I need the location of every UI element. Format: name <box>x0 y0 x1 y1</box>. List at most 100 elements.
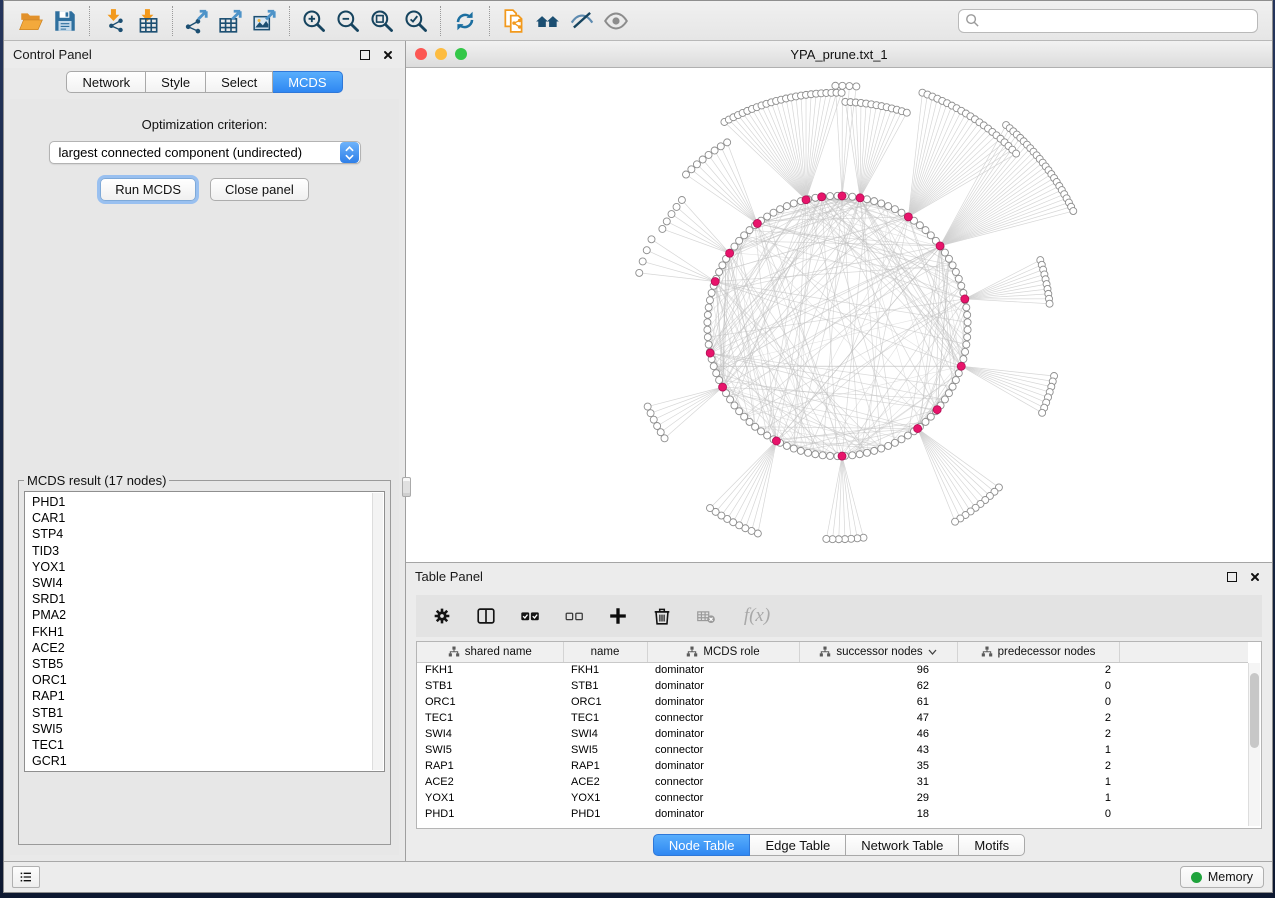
table-scrollbar[interactable] <box>1248 663 1260 826</box>
task-history-button[interactable] <box>12 866 40 888</box>
search-icon <box>965 13 980 28</box>
zoom-selected-button[interactable] <box>399 5 433 37</box>
tab-motifs[interactable]: Motifs <box>959 834 1025 856</box>
mcds-result-item[interactable]: PMA2 <box>32 607 377 623</box>
zoom-out-button[interactable] <box>331 5 365 37</box>
table-row[interactable]: ORC1ORC1dominator610 <box>417 694 1248 710</box>
export-network-icon <box>184 8 210 34</box>
table-row[interactable]: PHD1PHD1dominator180 <box>417 806 1248 822</box>
mcds-result-item[interactable]: PHD1 <box>32 494 377 510</box>
network-window-title: YPA_prune.txt_1 <box>406 47 1272 62</box>
export-image-button[interactable] <box>248 5 282 37</box>
mcds-result-item[interactable]: RAP1 <box>32 688 377 704</box>
export-image-icon <box>252 8 278 34</box>
hide-selected-button[interactable] <box>565 5 599 37</box>
window-zoom-button[interactable] <box>455 48 467 60</box>
table-row[interactable]: SWI5SWI5connector431 <box>417 742 1248 758</box>
add-column-button[interactable] <box>606 604 630 628</box>
search-input[interactable] <box>958 9 1258 33</box>
mcds-result-group: MCDS result (17 nodes) PHD1CAR1STP4TID3Y… <box>18 473 391 845</box>
table-row[interactable]: YOX1YOX1connector291 <box>417 790 1248 806</box>
network-view-window: YPA_prune.txt_1 <box>406 41 1272 563</box>
mcds-result-listbox[interactable]: PHD1CAR1STP4TID3YOX1SWI4SRD1PMA2FKH1ACE2… <box>24 491 385 772</box>
optimization-criterion-select[interactable]: largest connected component (undirected) <box>49 141 361 164</box>
tab-select[interactable]: Select <box>206 71 273 93</box>
import-network-button[interactable] <box>97 5 131 37</box>
column-header-successor_nodes[interactable]: successor nodes <box>799 642 957 662</box>
open-folder-button[interactable] <box>14 5 48 37</box>
save-icon <box>52 8 78 34</box>
control-panel-title: Control Panel <box>13 47 350 62</box>
table-row[interactable]: SWI4SWI4dominator462 <box>417 726 1248 742</box>
mcds-result-item[interactable]: STB1 <box>32 705 377 721</box>
panel-splitter-handle[interactable] <box>402 477 411 497</box>
mcds-result-item[interactable]: ORC1 <box>32 672 377 688</box>
table-row[interactable]: FKH1FKH1dominator962 <box>417 662 1248 678</box>
cell-mcds_role: dominator <box>647 758 799 774</box>
mcds-result-item[interactable]: TID3 <box>32 543 377 559</box>
table-row[interactable]: RAP1RAP1dominator352 <box>417 758 1248 774</box>
mcds-list-scrollbar[interactable] <box>372 493 383 770</box>
table-toolbar: f(x) <box>416 595 1262 637</box>
deselect-all-rows-button[interactable] <box>562 604 586 628</box>
table-options-gear-button[interactable] <box>430 604 454 628</box>
cell-predecessor_nodes: 1 <box>957 774 1119 790</box>
table-row[interactable]: TEC1TEC1connector472 <box>417 710 1248 726</box>
network-canvas[interactable] <box>406 68 1272 562</box>
show-all-button[interactable] <box>599 5 633 37</box>
float-table-panel-icon[interactable] <box>1224 569 1240 585</box>
mcds-result-item[interactable]: SRD1 <box>32 591 377 607</box>
first-neighbors-button[interactable] <box>531 5 565 37</box>
float-panel-icon[interactable] <box>357 47 373 63</box>
tab-mcds[interactable]: MCDS <box>273 71 342 93</box>
refresh-button[interactable] <box>448 5 482 37</box>
close-table-panel-icon[interactable] <box>1247 569 1263 585</box>
column-header-name[interactable]: name <box>563 642 647 662</box>
zoom-in-icon <box>301 8 327 34</box>
close-panel-icon[interactable] <box>380 47 396 63</box>
zoom-in-button[interactable] <box>297 5 331 37</box>
table-row[interactable]: STB1STB1dominator620 <box>417 678 1248 694</box>
column-header-predecessor_nodes[interactable]: predecessor nodes <box>957 642 1119 662</box>
zoom-fit-button[interactable] <box>365 5 399 37</box>
mcds-result-item[interactable]: CAR1 <box>32 510 377 526</box>
close-panel-button[interactable]: Close panel <box>210 178 309 201</box>
zoom-selected-icon <box>403 8 429 34</box>
tab-network-table[interactable]: Network Table <box>846 834 959 856</box>
copy-network-button[interactable] <box>497 5 531 37</box>
cell-predecessor_nodes: 0 <box>957 806 1119 822</box>
run-mcds-button[interactable]: Run MCDS <box>100 178 196 201</box>
column-header-mcds_role[interactable]: MCDS role <box>647 642 799 662</box>
column-header-shared_name[interactable]: shared name <box>417 642 563 662</box>
toolbar-separator <box>489 6 490 36</box>
save-button[interactable] <box>48 5 82 37</box>
mcds-result-item[interactable]: ACE2 <box>32 640 377 656</box>
mcds-result-item[interactable]: SWI4 <box>32 575 377 591</box>
tab-node-table[interactable]: Node Table <box>653 834 751 856</box>
delete-column-button[interactable] <box>650 604 674 628</box>
tab-network[interactable]: Network <box>66 71 146 93</box>
network-graph[interactable] <box>406 68 1272 562</box>
mcds-result-item[interactable]: FKH1 <box>32 624 377 640</box>
show-column-button[interactable] <box>474 604 498 628</box>
mcds-result-item[interactable]: SWI5 <box>32 721 377 737</box>
table-panel-header: Table Panel <box>406 563 1272 590</box>
mcds-result-item[interactable]: GCR1 <box>32 753 377 769</box>
tab-style[interactable]: Style <box>146 71 206 93</box>
mcds-result-item[interactable]: STP4 <box>32 526 377 542</box>
table-row[interactable]: ACE2ACE2connector311 <box>417 774 1248 790</box>
select-all-rows-button[interactable] <box>518 604 542 628</box>
export-network-button[interactable] <box>180 5 214 37</box>
window-minimize-button[interactable] <box>435 48 447 60</box>
cell-name: SWI5 <box>563 742 647 758</box>
table-scrollbar-thumb[interactable] <box>1250 673 1259 748</box>
import-table-button[interactable] <box>131 5 165 37</box>
mcds-result-item[interactable]: STB5 <box>32 656 377 672</box>
mcds-result-item[interactable]: YOX1 <box>32 559 377 575</box>
mcds-result-item[interactable]: TEC1 <box>32 737 377 753</box>
window-close-button[interactable] <box>415 48 427 60</box>
memory-button[interactable]: Memory <box>1180 866 1264 888</box>
export-table-button[interactable] <box>214 5 248 37</box>
cell-predecessor_nodes: 2 <box>957 758 1119 774</box>
tab-edge-table[interactable]: Edge Table <box>750 834 846 856</box>
